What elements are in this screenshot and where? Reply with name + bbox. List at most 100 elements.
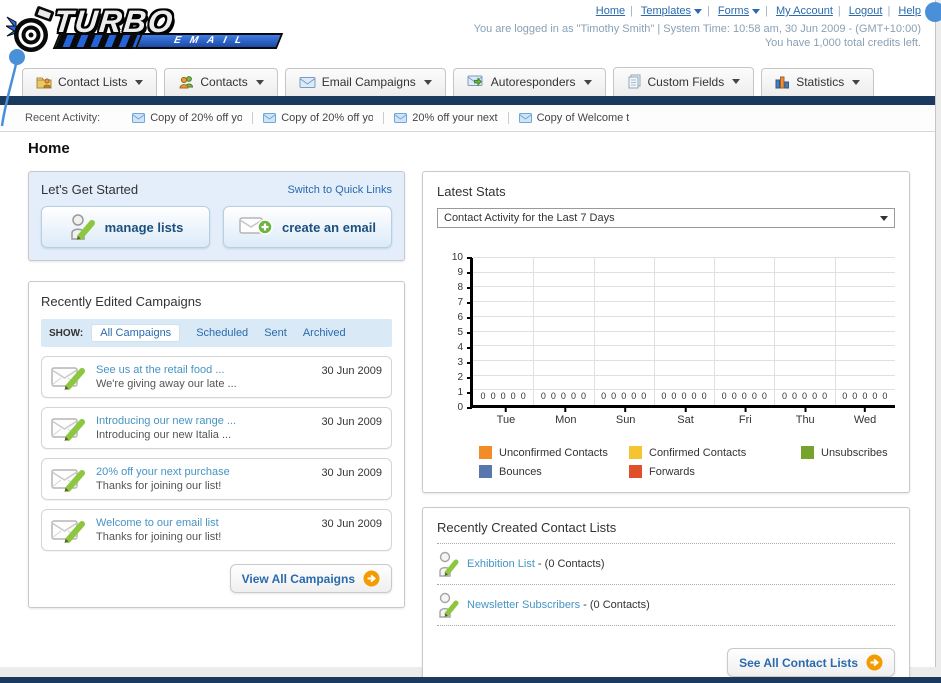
contact-list-link[interactable]: Exhibition List [467,558,535,570]
x-tick-mark [684,408,687,412]
filter-sent[interactable]: Sent [264,327,287,339]
main-content: Home Let's Get Started Switch to Quick L… [0,132,935,683]
main-nav-tabs: Contact Lists Contacts Email Campaigns A… [0,62,935,96]
tab-label: Autoresponders [490,75,576,89]
bar-value-label: 0 [681,391,687,401]
campaign-subtitle: Thanks for joining our list! [96,531,222,543]
recent-activity-item[interactable]: 20% off your next [384,112,509,124]
create-email-label: create an email [282,219,376,235]
gridline [533,258,535,405]
y-tick-label: 0 [457,402,471,413]
tab-autoresponders[interactable]: Autoresponders [452,68,606,96]
y-tick-label: 6 [457,312,471,323]
switch-quick-links-link[interactable]: Switch to Quick Links [287,184,392,196]
gridline [653,258,655,405]
latest-stats-panel: Latest Stats Contact Activity for the La… [422,171,910,493]
gridline [473,374,895,376]
legend-item: Bounces [479,465,629,478]
x-tick-mark [624,408,627,412]
bar-value-label: 0 [842,391,848,401]
recent-activity-label: Recent Activity: [25,112,101,124]
logo-stripes [52,33,142,49]
top-link-forms[interactable]: Forms [718,5,749,17]
bar-value-label: 0 [621,391,627,401]
bar-value-label: 0 [731,391,737,401]
manage-lists-button[interactable]: manage lists [41,206,210,248]
legend-item: Unconfirmed Contacts [479,446,629,459]
create-email-button[interactable]: create an email [223,206,392,248]
tab-statistics[interactable]: Statistics [761,68,875,96]
legend-item: Unsubscribes [801,446,895,459]
see-all-contact-lists-label: See All Contact Lists [739,655,858,670]
envelope-icon [518,113,532,123]
envelope-pencil-icon [51,520,85,543]
view-all-campaigns-button[interactable]: View All Campaigns [229,564,392,593]
logo-text: TURBO EMAIL [52,4,284,49]
recent-activity-item[interactable]: Copy of Welcome to [509,112,639,124]
gridline [473,345,895,347]
chart-x-labels: Tue Mon Sun Sat Fri Thu Wed [476,408,895,430]
chevron-down-icon [752,8,761,14]
filter-all-campaigns[interactable]: All Campaigns [91,324,181,342]
chevron-down-icon [255,79,264,85]
campaign-row[interactable]: Introducing our new range ... Introducin… [41,407,392,449]
logo-band: EMAIL [52,33,284,49]
gridline [473,257,895,258]
chevron-down-icon [583,79,592,85]
filter-archived[interactable]: Archived [303,327,346,339]
tab-email-campaigns[interactable]: Email Campaigns [284,68,446,96]
top-link-help[interactable]: Help [898,5,921,17]
contact-list-row[interactable]: Exhibition List - (0 Contacts) [437,544,895,585]
campaign-title-link[interactable]: 20% off your next purchase [96,466,313,478]
tab-contacts[interactable]: Contacts [164,68,278,96]
top-link-logout[interactable]: Logout [849,5,883,17]
see-all-contact-lists-button[interactable]: See All Contact Lists [727,648,895,677]
x-tick-label: Mon [555,408,576,426]
campaign-title-link[interactable]: See us at the retail food ... [96,364,313,376]
contact-list-count: - (0 Contacts) [580,599,650,611]
recent-activity-item[interactable]: Copy of 20% off yo [122,112,254,124]
y-tick-label: 5 [457,327,471,338]
campaign-row[interactable]: See us at the retail food ... We're givi… [41,356,392,398]
tab-contact-lists[interactable]: Contact Lists [22,68,158,96]
stats-period-select[interactable]: Contact Activity for the Last 7 Days [437,208,895,228]
legend-label: Unsubscribes [821,446,888,459]
campaign-title-link[interactable]: Introducing our new range ... [96,415,313,427]
bar-value-label: 0 [631,391,637,401]
tab-custom-fields[interactable]: Custom Fields [612,67,755,96]
top-link-home[interactable]: Home [596,5,625,17]
login-info: You are logged in as "Timothy Smith" | S… [473,23,921,35]
chevron-down-icon [732,79,741,84]
contact-list-row[interactable]: Newsletter Subscribers - (0 Contacts) [437,585,895,626]
person-pencil-icon [439,551,459,577]
help-bubble-icon[interactable] [925,2,941,22]
gridline [774,258,776,405]
app-logo: TURBO EMAIL [6,4,284,54]
pages-icon [628,74,641,89]
tab-label: Email Campaigns [321,75,416,89]
top-link-templates[interactable]: Templates [641,5,691,17]
campaign-row[interactable]: 20% off your next purchase Thanks for jo… [41,458,392,500]
gridline [473,301,895,303]
chevron-down-icon [880,215,888,221]
bar-value-label: 0 [570,391,576,401]
top-link-my-account[interactable]: My Account [776,5,833,17]
campaign-date: 30 Jun 2009 [321,416,382,428]
chart-plot: 00000000000000000000000000000000000 [473,257,895,408]
bar-value-label: 0 [601,391,607,401]
filter-scheduled[interactable]: Scheduled [196,327,248,339]
campaigns-title: Recently Edited Campaigns [41,294,202,309]
recent-activity-item[interactable]: Copy of 20% off yo [253,112,385,124]
contact-list-link[interactable]: Newsletter Subscribers [467,599,580,611]
bar-value-label: 0 [852,391,858,401]
campaign-row[interactable]: Welcome to our email list Thanks for joi… [41,509,392,551]
gridline [473,286,895,288]
y-tick-label: 10 [451,252,473,263]
chevron-down-icon [852,79,861,85]
show-label: SHOW: [49,327,84,339]
bar-value-label: 0 [691,391,697,401]
legend-swatch-icon [629,465,642,478]
gridline [473,271,895,273]
bar-value-label: 0 [822,391,828,401]
campaign-title-link[interactable]: Welcome to our email list [96,517,313,529]
